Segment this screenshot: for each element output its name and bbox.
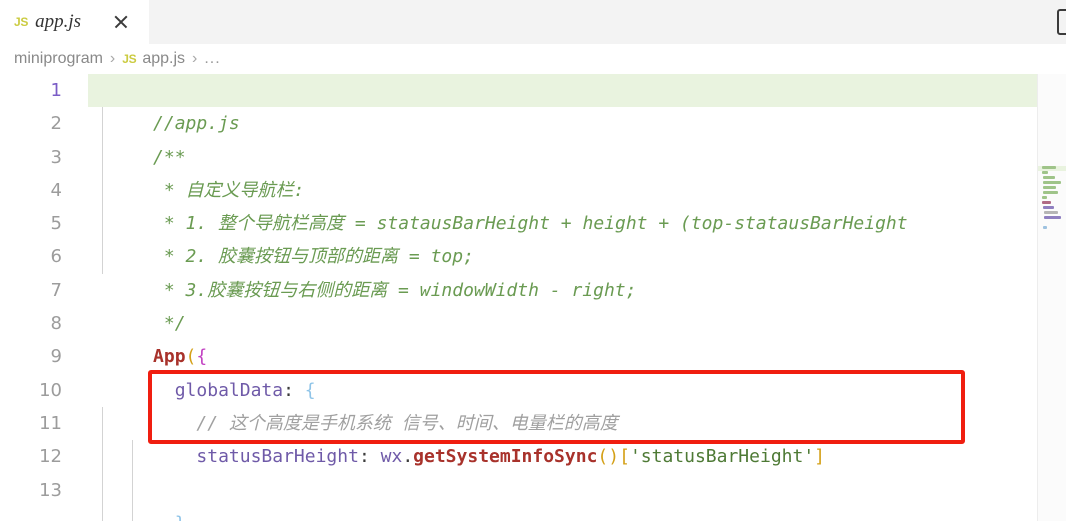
minimap-row [1042,196,1047,199]
split-editor-icon[interactable] [1057,9,1066,35]
minimap-row [1043,186,1056,189]
line-number: 5 [50,213,62,235]
code-line[interactable]: statusBarHeight: wx.getSystemInfoSync()[… [88,407,1066,467]
minimap-row [1043,176,1055,179]
code-line[interactable]: * 2. 胶囊按钮与顶部的距离 = top; [88,207,1066,267]
code-line[interactable]: * 3.胶囊按钮与右侧的距离 = windowWidth - right; [88,240,1066,301]
token-comma: , [186,513,197,521]
chevron-right-icon: › [109,50,116,67]
code-line[interactable]: globalData: { [88,340,1066,401]
code-line[interactable]: * 自定义导航栏: [88,141,1066,201]
minimap-row [1043,226,1047,229]
minimap-row [1044,216,1061,219]
minimap[interactable] [1038,74,1066,521]
line-number: 4 [50,179,62,201]
minimap-row [1043,181,1061,184]
line-number: 6 [50,246,62,268]
token-brace: } [175,513,186,521]
minimap-row [1042,201,1051,204]
editor-actions [1057,0,1066,44]
code-line[interactable]: /** [88,107,1066,168]
line-number: 11 [39,412,62,434]
tab-label: app.js [35,11,82,32]
chevron-right-icon: › [192,50,198,67]
js-file-icon: JS [14,15,29,29]
minimap-row [1044,211,1058,214]
close-icon[interactable] [110,11,132,33]
line-number: 1 [50,80,62,101]
code-editor[interactable]: 1 2 3 4 5 6 7 8 9 10 11 12 13 //app.js /… [0,74,1066,521]
tab-app-js[interactable]: JS app.js [0,0,150,44]
line-number: 10 [39,379,62,401]
line-number: 9 [50,346,62,368]
code-line[interactable]: //app.js [88,74,1066,134]
code-line[interactable]: // 这个高度是手机系统 信号、时间、电量栏的高度 [88,374,1066,434]
line-number: 12 [39,446,62,468]
editor-tab-bar: JS app.js [0,0,1066,44]
line-number: 7 [50,279,62,301]
minimap-row [1042,166,1056,169]
js-file-icon: JS [122,52,137,66]
code-line[interactable]: App({ [88,307,1066,367]
line-number: 2 [50,113,62,135]
code-line[interactable] [88,440,1066,473]
breadcrumb-item-more[interactable]: ... [204,50,220,68]
minimap-row [1043,206,1054,209]
line-number: 13 [39,479,62,501]
code-line[interactable]: */ [88,274,1066,334]
breadcrumb-item-app-js[interactable]: app.js [142,50,185,68]
minimap-row [1043,191,1058,194]
code-content[interactable]: //app.js /** * 自定义导航栏: * 1. 整个导航栏高度 = st… [88,74,1066,521]
line-number: 8 [50,313,62,335]
minimap-row [1042,171,1048,174]
line-number: 3 [50,146,62,168]
code-line[interactable]: }, [88,474,1066,521]
breadcrumb-item-miniprogram[interactable]: miniprogram [14,50,103,68]
code-line[interactable]: * 1. 整个导航栏高度 = statausBarHeight + height… [88,174,1066,234]
breadcrumb: miniprogram › JS app.js › ... [0,44,1066,74]
line-number-gutter: 1 2 3 4 5 6 7 8 9 10 11 12 13 [0,74,88,521]
